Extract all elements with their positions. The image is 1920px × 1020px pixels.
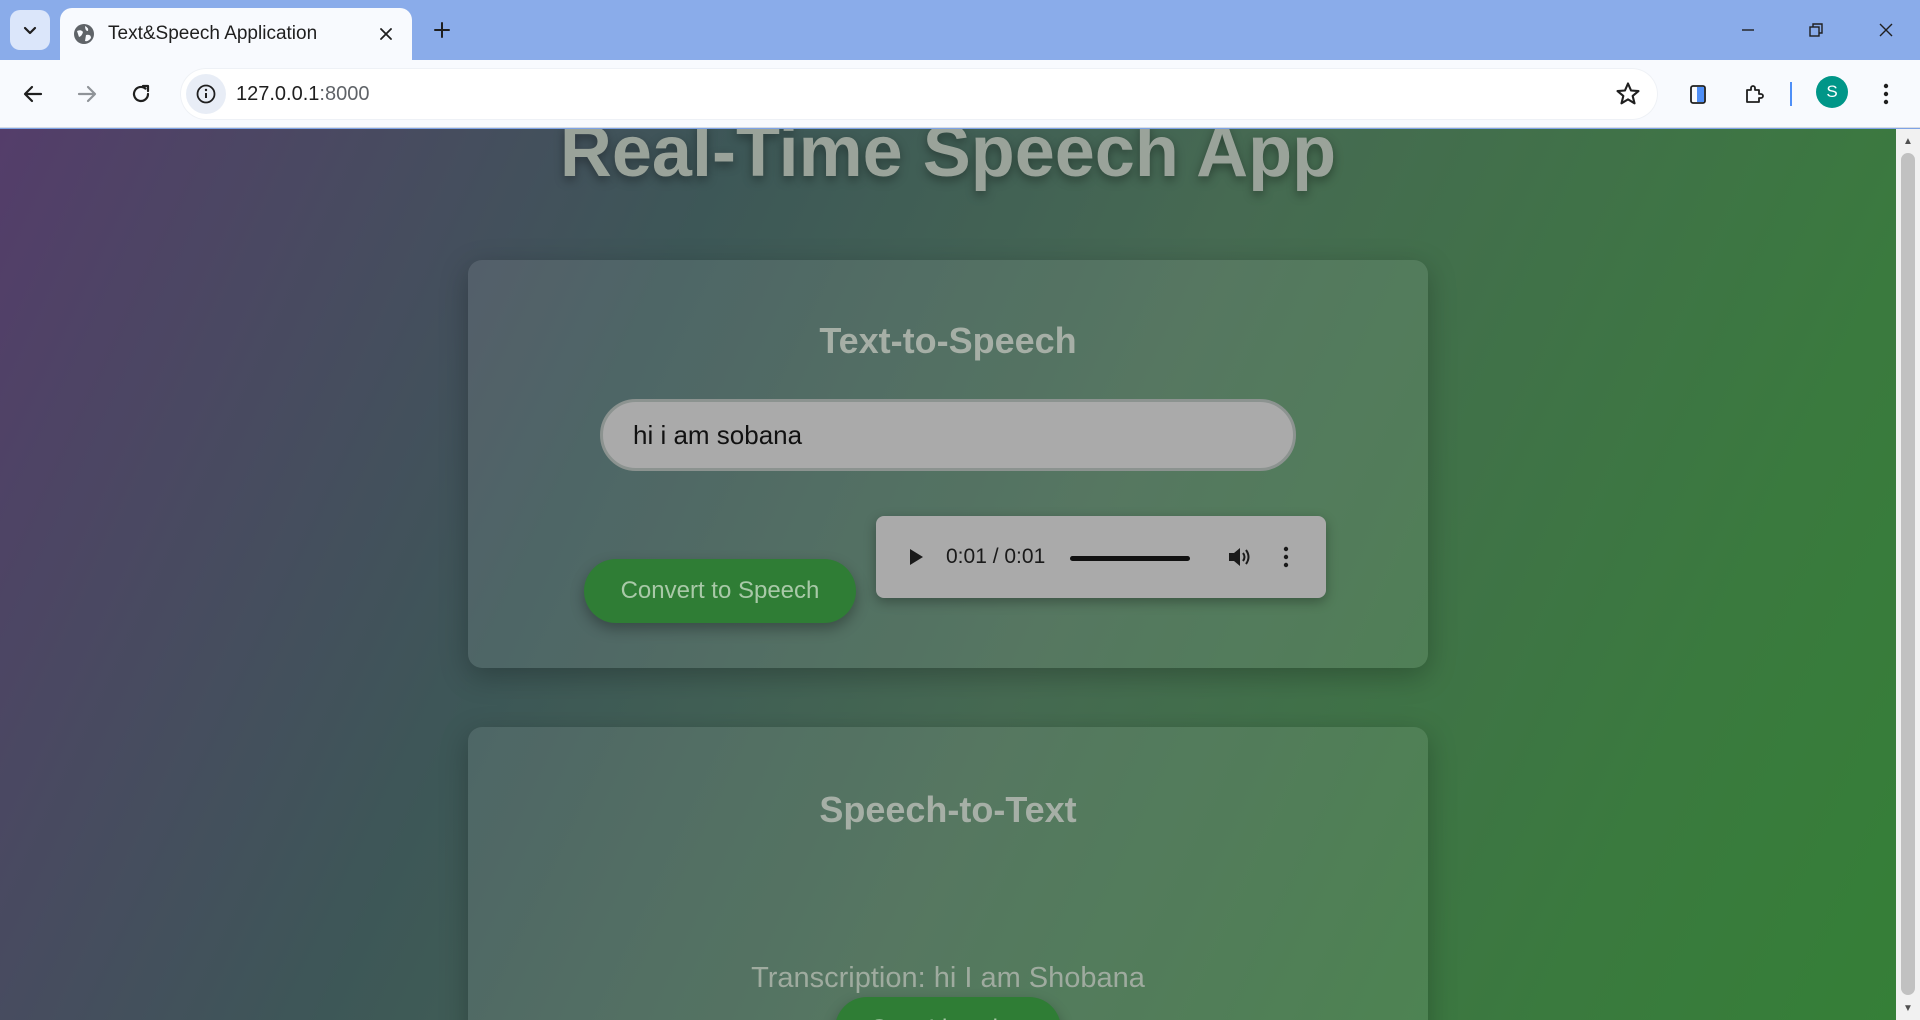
scroll-up-arrow-icon[interactable]: ▲ — [1896, 131, 1920, 151]
audio-more-options-button[interactable] — [1270, 541, 1302, 573]
kebab-menu-icon — [1883, 83, 1889, 105]
tts-text-input[interactable] — [600, 399, 1296, 471]
forward-arrow-icon — [77, 85, 97, 103]
tab-search-button[interactable] — [10, 10, 50, 50]
page-title: Real-Time Speech App — [559, 129, 1337, 192]
globe-icon — [74, 24, 94, 44]
text-to-speech-card: Text-to-Speech Convert to Speech 0:01 / … — [468, 260, 1428, 668]
close-icon — [1879, 23, 1893, 37]
transcription-text: Transcription: hi I am Shobana — [751, 962, 1145, 994]
bookmark-star-icon[interactable] — [1614, 80, 1642, 108]
url-text: 127.0.0.1:8000 — [236, 83, 369, 106]
plus-icon — [434, 22, 450, 38]
scroll-down-arrow-icon[interactable]: ▼ — [1896, 998, 1920, 1018]
start-listening-button[interactable]: Start Listening — [835, 997, 1061, 1020]
tts-heading: Text-to-Speech — [819, 320, 1077, 361]
play-icon — [910, 549, 923, 565]
url-port: :8000 — [319, 83, 370, 105]
puzzle-icon — [1746, 85, 1764, 103]
scrollbar-thumb[interactable] — [1901, 153, 1915, 995]
extensions-button[interactable] — [1732, 72, 1776, 116]
minimize-button[interactable] — [1714, 0, 1782, 60]
side-panel-icon — [1690, 85, 1706, 104]
restore-icon — [1809, 23, 1823, 37]
page-scrollbar[interactable]: ▲ ▼ — [1896, 129, 1920, 1020]
audio-progress-bar[interactable] — [1070, 556, 1190, 561]
active-tab[interactable]: Text&Speech Application — [60, 8, 412, 60]
audio-time: 0:01 / 0:01 — [946, 545, 1046, 568]
speech-to-text-card: Speech-to-Text Start Listening Transcrip… — [468, 727, 1428, 1020]
close-window-button[interactable] — [1852, 0, 1920, 60]
info-icon — [196, 84, 216, 104]
close-icon — [380, 28, 392, 40]
browser-toolbar: 127.0.0.1:8000 S — [0, 60, 1920, 128]
tab-title: Text&Speech Application — [108, 23, 318, 44]
restore-button[interactable] — [1782, 0, 1850, 60]
back-button[interactable] — [11, 72, 55, 116]
kebab-menu-icon — [1283, 546, 1289, 568]
minimize-icon — [1742, 29, 1754, 31]
site-info-button[interactable] — [186, 74, 226, 114]
menu-button[interactable] — [1864, 72, 1908, 116]
profile-avatar[interactable]: S — [1816, 76, 1848, 108]
audio-volume-button[interactable] — [1224, 541, 1256, 573]
page-viewport: Real-Time Speech App Text-to-Speech Conv… — [0, 129, 1896, 1020]
convert-to-speech-button[interactable]: Convert to Speech — [584, 559, 856, 623]
new-tab-button[interactable] — [422, 10, 462, 50]
reload-button[interactable] — [119, 72, 163, 116]
chevron-down-icon — [23, 26, 37, 35]
reload-icon — [132, 84, 150, 103]
audio-play-button[interactable] — [902, 543, 930, 571]
reading-mode-button[interactable] — [1676, 72, 1720, 116]
back-arrow-icon — [23, 85, 43, 103]
toolbar-separator — [1790, 82, 1792, 106]
tab-close-button[interactable] — [374, 22, 398, 46]
audio-player: 0:01 / 0:01 — [876, 516, 1326, 598]
address-bar[interactable]: 127.0.0.1:8000 — [180, 68, 1658, 120]
stt-heading: Speech-to-Text — [819, 789, 1077, 830]
forward-button[interactable] — [65, 72, 109, 116]
tab-strip: Text&Speech Application — [0, 0, 1920, 60]
url-host: 127.0.0.1 — [236, 83, 320, 105]
volume-icon — [1229, 548, 1250, 566]
